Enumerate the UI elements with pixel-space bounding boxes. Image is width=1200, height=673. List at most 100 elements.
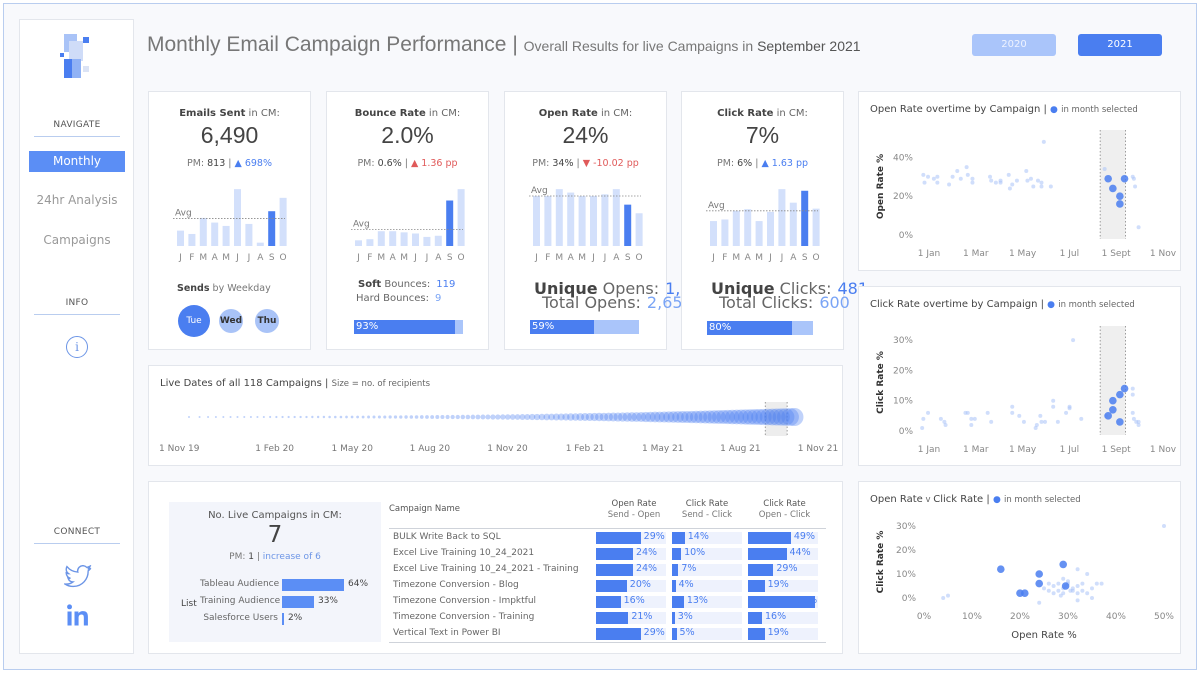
info-icon[interactable]: i	[66, 336, 88, 358]
rate-bar	[596, 580, 627, 592]
data-point	[921, 416, 926, 421]
scatter-plot: 0% 20% 40% 1 Jan 1 Mar 1 May 1 Jul 1 Sept 1 Nov O…	[876, 130, 1177, 259]
campaign-bubble	[361, 415, 365, 419]
weekday-bubble-tue[interactable]: Tue	[178, 305, 210, 337]
data-point	[1058, 593, 1063, 598]
month-label: J	[356, 253, 360, 263]
month-label: M	[732, 253, 740, 263]
table-row[interactable]: Timezone Conversion - Blog 20% 4% 19%	[389, 578, 826, 594]
title-main: Monthly Email Campaign Performance	[147, 33, 507, 56]
column-header-click-rate-open[interactable]: Click Rate Open - Click	[747, 499, 822, 521]
live-campaigns-previous: PM: 1 | increase of 6	[229, 552, 321, 562]
month-label: J	[413, 253, 417, 263]
month-bar	[355, 240, 362, 246]
data-point	[1025, 178, 1030, 183]
table-row[interactable]: Excel Live Training 10_24_2021 24% 10% 44%	[389, 546, 826, 562]
table-row[interactable]: Timezone Conversion - Impktful 16% 13% 76%	[389, 594, 826, 610]
kpi-card-emails-sent: Emails Sent in CM: 6,490 PM: 813 | ▲ 698…	[148, 91, 311, 350]
table-row[interactable]: Excel Live Training 10_24_2021 - Trainin…	[389, 562, 826, 578]
weekday-bubble-wed[interactable]: Wed	[219, 309, 243, 333]
table-row[interactable]: Timezone Conversion - Training 21% 3% 16%	[389, 610, 826, 626]
data-point-selected	[1035, 570, 1043, 578]
column-header-open-rate[interactable]: Open Rate Send - Open	[594, 499, 674, 521]
year-2021-button[interactable]: 2021	[1078, 34, 1162, 56]
nav-item-monthly[interactable]: Monthly	[29, 151, 125, 172]
month-label: A	[435, 253, 442, 263]
linkedin-icon[interactable]	[64, 603, 92, 629]
audience-bar	[282, 579, 344, 591]
kpi-value: 2.0%	[381, 122, 434, 148]
column-header-campaign-name[interactable]: Campaign Name	[389, 504, 460, 515]
column-header-click-rate-send[interactable]: Click Rate Send - Click	[672, 499, 742, 521]
twitter-icon[interactable]	[62, 564, 92, 591]
data-point	[950, 174, 955, 179]
data-point-selected	[1109, 184, 1117, 193]
data-point	[1034, 422, 1039, 427]
campaign-bubble	[328, 415, 331, 419]
kpi-label: Open Rate in CM:	[538, 108, 633, 119]
data-point	[1035, 178, 1040, 183]
data-point	[1094, 581, 1099, 586]
month-bar	[245, 223, 253, 246]
month-bar	[555, 189, 563, 246]
rate-cell-click-open: 49%	[748, 531, 818, 544]
year-2020-button[interactable]: 2020	[972, 34, 1056, 56]
rate-cell-click-open: 76%	[748, 595, 818, 608]
campaign-bubble	[372, 415, 376, 419]
rate-value: 13%	[686, 595, 708, 606]
subtitle-period: September 2021	[757, 38, 861, 54]
weekday-title: Sends by Weekday	[177, 283, 271, 294]
kpi-value: 6,490	[200, 122, 259, 148]
data-point	[969, 416, 974, 421]
data-point	[1051, 591, 1056, 596]
data-point	[1051, 398, 1056, 403]
nav-item-campaigns[interactable]: Campaigns	[29, 230, 125, 251]
data-point-selected	[1104, 174, 1112, 183]
month-bar	[457, 189, 465, 246]
data-point	[926, 410, 931, 415]
timeline-x-label: 1 Aug 21	[720, 444, 760, 454]
rate-value: 20%	[629, 579, 651, 590]
data-point-selected	[1109, 405, 1117, 414]
avg-label: Avg	[353, 220, 370, 230]
rate-value: 4%	[678, 579, 694, 590]
month-bar	[434, 235, 442, 246]
rate-value: 44%	[789, 547, 811, 558]
data-point	[1038, 413, 1043, 418]
rate-value: 21%	[631, 611, 653, 622]
kpi-change: ▲ 698%	[234, 158, 273, 169]
table-row[interactable]: Vertical Text in Power BI 29% 5% 19%	[389, 626, 826, 642]
data-point-selected	[1116, 200, 1124, 208]
month-bar	[778, 189, 786, 246]
data-point	[1130, 386, 1135, 391]
y-tick-label: 20%	[896, 546, 916, 556]
data-point	[1130, 410, 1135, 415]
campaign-bubble	[299, 415, 302, 419]
month-label: F	[367, 253, 372, 263]
campaign-bubble	[339, 415, 343, 419]
rate-cell-open: 20%	[596, 579, 666, 592]
rate-cell-click-send: 14%	[672, 531, 742, 544]
table-row[interactable]: BULK Write Back to SQL 29% 14% 49%	[389, 530, 826, 546]
rate-value: 19%	[767, 579, 789, 590]
timeline-x-label: 1 Nov 19	[159, 444, 200, 454]
rate-value: 14%	[687, 531, 709, 542]
weekday-bubble-thu[interactable]: Thu	[255, 309, 279, 333]
month-bar	[767, 211, 774, 246]
audience-bar	[282, 613, 284, 625]
campaign-bubble	[430, 415, 435, 419]
y-tick-label: 10%	[893, 397, 913, 407]
data-point	[1131, 176, 1136, 181]
campaign-bubble	[322, 415, 326, 419]
data-point	[1041, 139, 1046, 144]
nav-item-24hr-analysis[interactable]: 24hr Analysis	[29, 190, 125, 211]
data-point	[1051, 584, 1056, 588]
data-point-selected	[1061, 582, 1070, 590]
y-tick-label: 10%	[896, 570, 916, 580]
rate-cell-click-send: 13%	[672, 595, 742, 608]
month-bar	[234, 189, 241, 246]
campaign-bubble	[214, 415, 217, 419]
x-tick-label: 1 Sept	[1102, 249, 1132, 259]
rate-bar	[672, 596, 684, 608]
rate-bar	[672, 612, 675, 624]
